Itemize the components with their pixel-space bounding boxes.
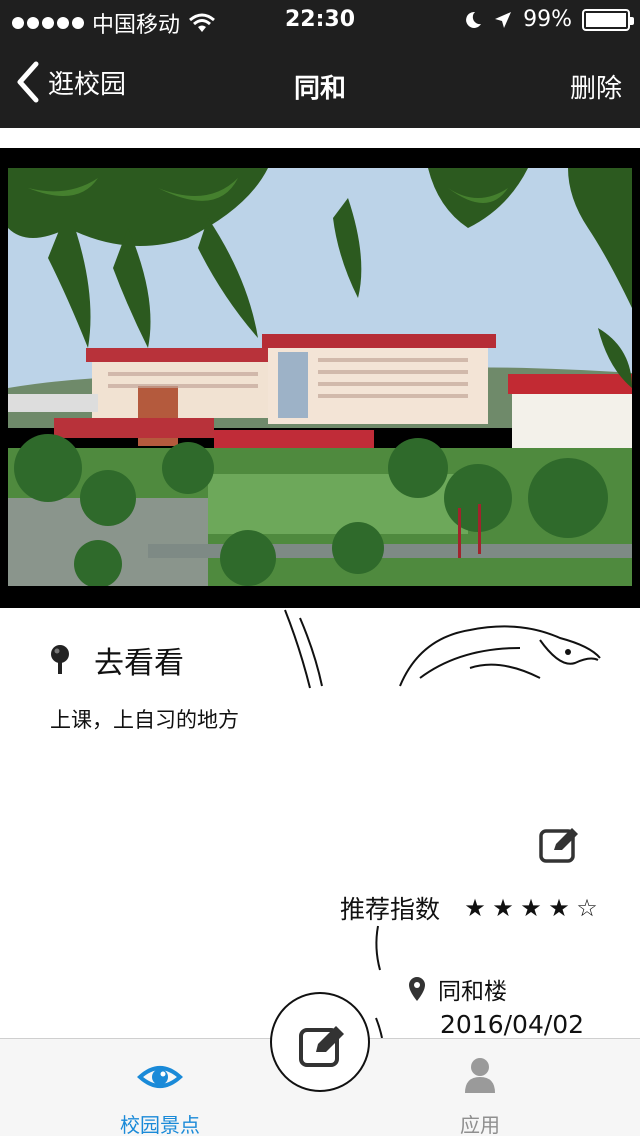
location-label: 同和楼: [438, 979, 507, 1005]
battery-percent: 99%: [523, 7, 572, 32]
compose-button[interactable]: [270, 992, 370, 1092]
back-button[interactable]: 逛校园: [14, 60, 126, 104]
tab-apps-label: 应用: [460, 1113, 500, 1136]
chevron-left-icon: [17, 61, 39, 103]
eye-icon: [137, 1066, 183, 1088]
person-icon: [465, 1058, 495, 1093]
photo-frame: [0, 148, 640, 608]
campus-photo: [8, 168, 632, 586]
top-bar: 中国移动 22:30 99% 逛校园 同和 删除: [0, 0, 640, 128]
compose-icon: [299, 1026, 344, 1067]
recommend-label: 推荐指数: [340, 895, 441, 924]
star-filled-icon: ★: [464, 894, 486, 922]
status-right: 99%: [463, 7, 634, 32]
star-filled-icon: ★: [520, 894, 542, 922]
star-empty-icon: ☆: [576, 894, 598, 922]
back-label: 逛校园: [48, 69, 127, 100]
star-filled-icon: ★: [492, 894, 514, 922]
location-arrow-icon: [495, 11, 512, 28]
tab-campus-spots[interactable]: 校园景点: [60, 1039, 260, 1136]
go-see-row[interactable]: 去看看: [48, 638, 184, 682]
recommend-row: 推荐指数 ★ ★ ★ ★ ☆: [340, 890, 600, 926]
moon-icon: [466, 11, 482, 28]
tab-campus-spots-label: 校园景点: [120, 1113, 200, 1136]
star-filled-icon: ★: [548, 894, 570, 922]
go-see-label: 去看看: [94, 646, 184, 681]
edit-icon[interactable]: [538, 824, 582, 864]
status-bar: 中国移动 22:30 99%: [0, 0, 640, 40]
battery-fill: [586, 12, 626, 27]
map-pin-icon: [51, 645, 69, 674]
spot-description: 上课，上自习的地方: [50, 708, 239, 732]
delete-button[interactable]: 删除: [570, 68, 622, 105]
location-row: 同和楼: [408, 972, 507, 1006]
tab-apps[interactable]: 应用: [380, 1039, 580, 1136]
rating-stars: ★ ★ ★ ★ ☆: [462, 894, 600, 922]
battery-icon: [582, 8, 634, 31]
campus-photo-image: [8, 168, 632, 586]
location-marker-icon: [409, 977, 425, 1001]
date-label: 2016/04/02: [440, 1010, 585, 1039]
navigation-bar: 逛校园 同和 删除: [0, 40, 640, 128]
